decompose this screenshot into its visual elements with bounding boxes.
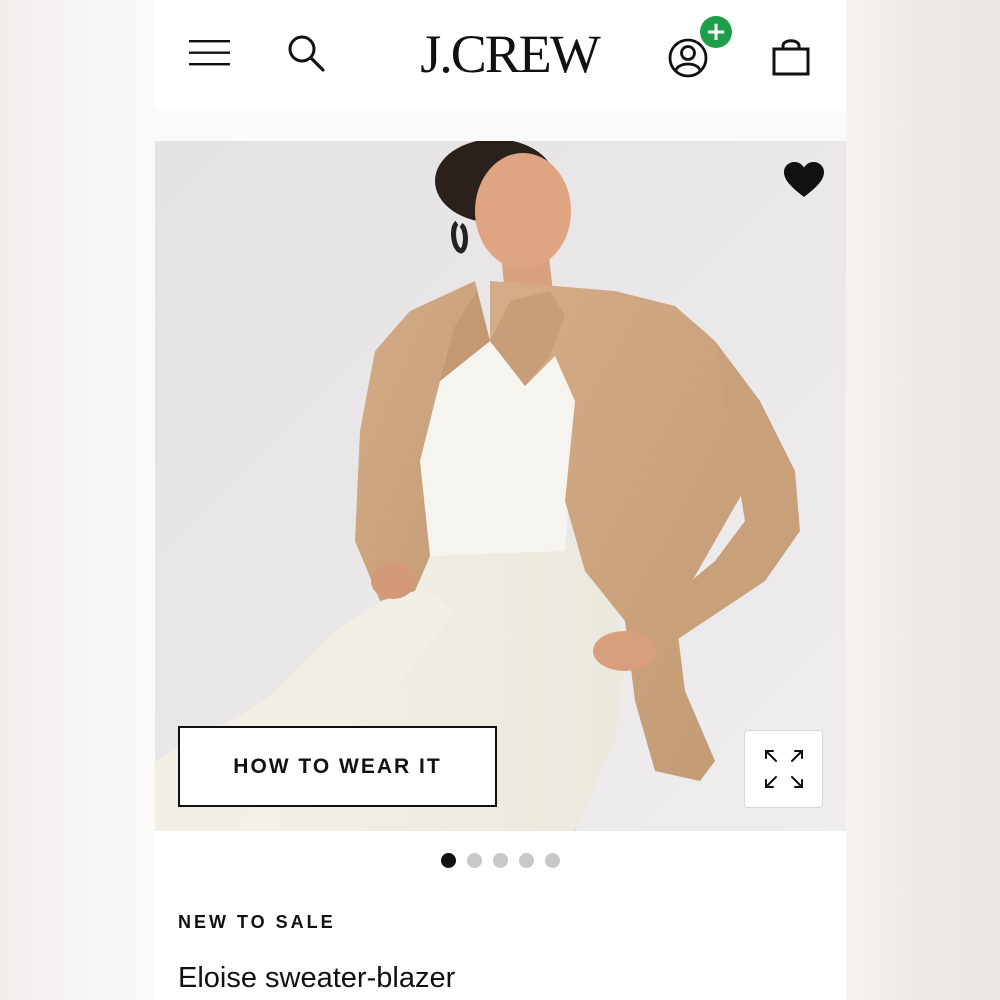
site-header: J.CREW + — [155, 0, 846, 110]
product-image-carousel[interactable]: HOW TO WEAR IT — [155, 141, 846, 831]
search-icon[interactable] — [286, 32, 326, 74]
carousel-dot-5[interactable] — [545, 853, 560, 868]
header-edge-artifact — [450, 0, 550, 2]
shopping-bag-icon[interactable] — [770, 36, 812, 78]
header-divider-band — [155, 110, 846, 141]
hamburger-menu-icon[interactable] — [188, 34, 232, 72]
brand-logo[interactable]: J.CREW — [407, 22, 612, 86]
carousel-dot-2[interactable] — [467, 853, 482, 868]
carousel-dot-3[interactable] — [493, 853, 508, 868]
account-plus-badge: + — [700, 16, 732, 48]
product-title[interactable]: Eloise sweater-blazer — [178, 962, 455, 995]
how-to-wear-button[interactable]: HOW TO WEAR IT — [178, 726, 497, 807]
sale-badge: NEW TO SALE — [178, 912, 336, 932]
carousel-dot-1[interactable] — [441, 853, 456, 868]
expand-arrows-icon[interactable] — [744, 730, 823, 808]
mobile-page: J.CREW + HOW TO WEAR IT NEW TO SALE Eloi… — [155, 0, 846, 1000]
carousel-dot-4[interactable] — [519, 853, 534, 868]
carousel-pagination — [441, 853, 560, 868]
heart-icon[interactable] — [783, 161, 825, 199]
